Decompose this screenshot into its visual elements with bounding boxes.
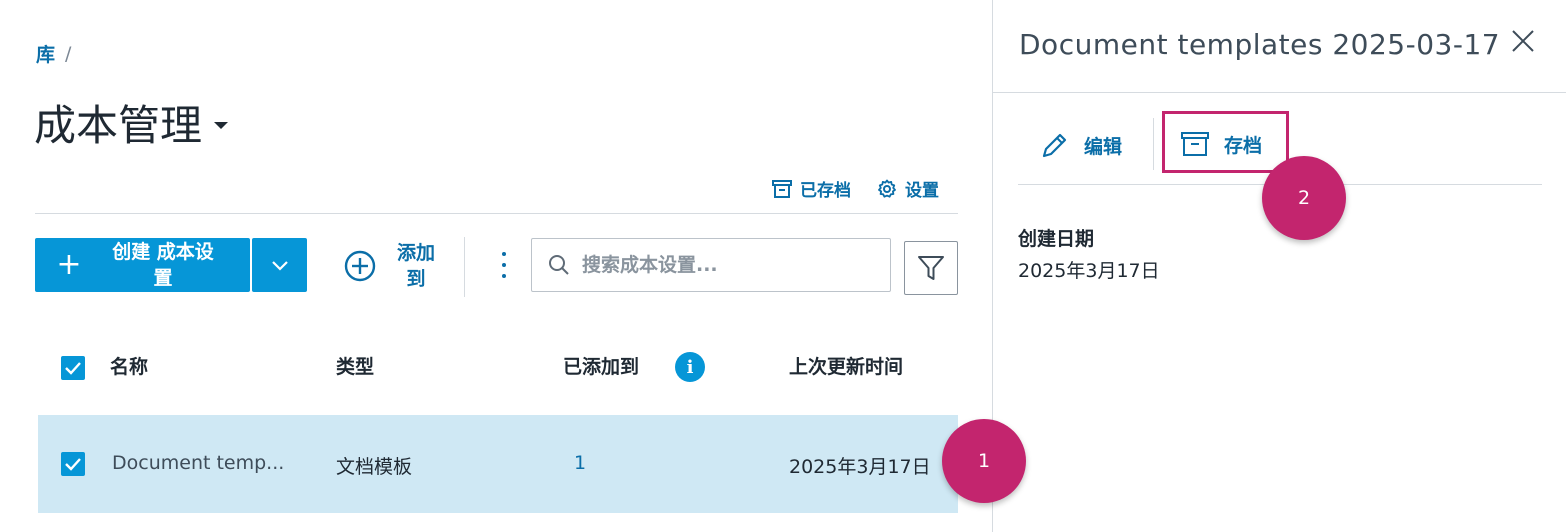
row-type: 文档模板	[336, 456, 413, 478]
archive-highlight-box	[1162, 111, 1289, 173]
column-header-name[interactable]: 名称	[110, 352, 148, 379]
column-header-updated[interactable]: 上次更新时间	[789, 352, 903, 379]
column-header-added-to[interactable]: 已添加到	[563, 352, 639, 379]
close-icon	[1512, 30, 1534, 52]
caret-down-icon	[214, 122, 229, 129]
plus-circle-icon	[344, 250, 376, 282]
create-cost-setting-button[interactable]: + 创建 成本设置	[35, 238, 250, 292]
breadcrumb: 库 /	[36, 40, 71, 67]
chevron-down-icon	[271, 261, 288, 271]
row-added-to-link[interactable]: 1	[574, 452, 586, 474]
header-divider	[35, 213, 958, 214]
breadcrumb-root-link[interactable]: 库	[36, 40, 55, 67]
toolbar-separator	[464, 237, 465, 297]
archive-icon	[772, 179, 792, 198]
edit-button[interactable]: 编辑	[1040, 130, 1122, 160]
pencil-icon	[1042, 133, 1067, 158]
gear-icon	[878, 179, 896, 198]
panel-action-separator	[1153, 118, 1154, 170]
row-updated: 2025年3月17日	[789, 456, 931, 478]
info-icon[interactable]: i	[675, 352, 705, 382]
breadcrumb-separator: /	[65, 42, 72, 65]
plus-icon: +	[56, 247, 82, 282]
callout-marker-2: 2	[1262, 156, 1346, 240]
panel-header-divider	[993, 92, 1566, 93]
page-title: 成本管理	[34, 101, 203, 150]
top-links: 已存档 设置	[772, 176, 939, 201]
create-button-label: 创建 成本设置	[112, 241, 214, 289]
add-to-label: 添加到	[396, 242, 435, 290]
created-date-label: 创建日期	[1018, 228, 1095, 250]
settings-link[interactable]: 设置	[877, 176, 939, 201]
callout-marker-1: 1	[942, 419, 1026, 503]
checkmark-icon	[65, 458, 81, 471]
panel-title: Document templates 2025-03-17	[1019, 28, 1501, 61]
more-actions-icon[interactable]	[494, 250, 514, 280]
filter-button[interactable]	[904, 241, 958, 295]
select-all-checkbox[interactable]	[61, 356, 85, 380]
settings-link-label: 设置	[905, 181, 939, 201]
row-name[interactable]: Document temp...	[112, 452, 284, 474]
close-panel-button[interactable]	[1508, 26, 1538, 56]
search-box	[531, 238, 891, 292]
checkmark-icon	[65, 362, 81, 375]
search-input[interactable]	[582, 254, 852, 276]
row-checkbox[interactable]	[61, 452, 85, 476]
archived-link[interactable]: 已存档	[772, 176, 851, 201]
add-to-button[interactable]: 添加到	[344, 240, 438, 292]
create-dropdown-button[interactable]	[252, 238, 307, 292]
archived-link-label: 已存档	[800, 181, 851, 201]
filter-icon	[918, 256, 944, 280]
edit-button-label: 编辑	[1084, 135, 1123, 158]
page-title-selector[interactable]: 成本管理	[34, 92, 229, 153]
column-header-type[interactable]: 类型	[336, 352, 374, 379]
created-date-value: 2025年3月17日	[1018, 260, 1160, 282]
search-icon	[549, 255, 569, 275]
